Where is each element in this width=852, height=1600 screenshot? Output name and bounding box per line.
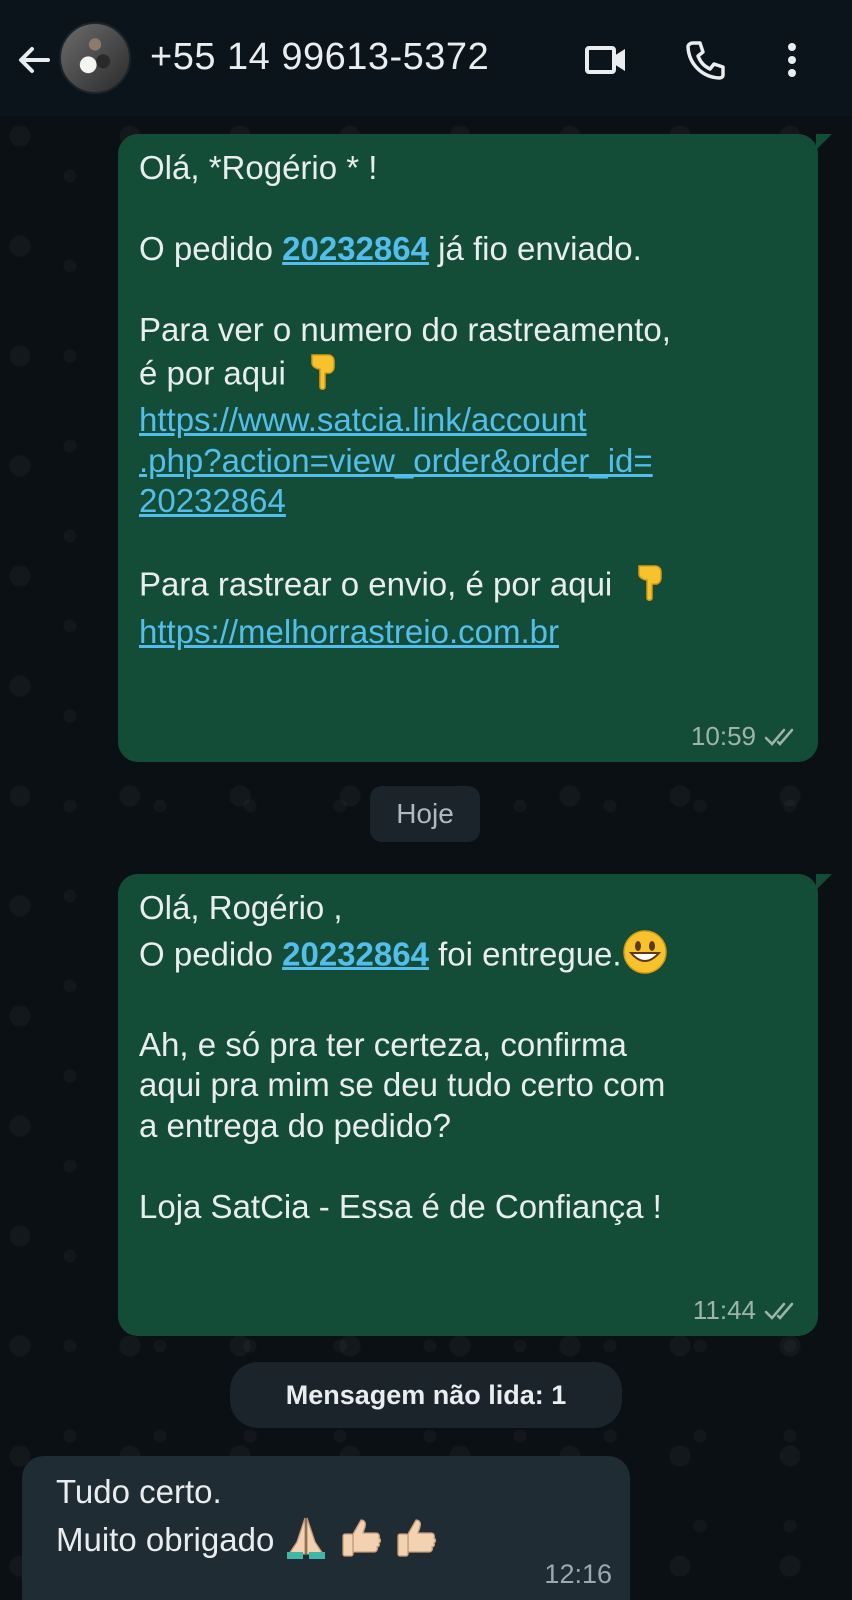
message-meta: 10:59 — [691, 721, 798, 752]
bubble-tail — [816, 134, 832, 150]
double-check-icon — [764, 728, 794, 746]
video-call-icon[interactable] — [584, 38, 628, 82]
message-text: Olá, *Rogério * ! O pedido 20232864 já f… — [139, 148, 796, 652]
message-time: 10:59 — [690, 721, 756, 751]
date-separator: Hoje — [370, 786, 480, 842]
ship-text: Para rastrear o envio, é por aqui — [139, 565, 613, 603]
folded-hands-emoji — [283, 1514, 329, 1571]
order-prefix: O pedido — [139, 230, 283, 267]
contact-name[interactable]: +55 14 99613-5372 — [150, 36, 489, 79]
confirm-text-1: Ah, e só pra ter certeza, confirma — [139, 1025, 627, 1063]
more-vertical-icon[interactable] — [770, 38, 814, 82]
message-time: 11:44 — [692, 1295, 756, 1325]
pointing-down-emoji — [304, 351, 340, 401]
thumbs-up-emoji — [339, 1514, 385, 1571]
tracking-link-part-2[interactable]: .php?action=view_order&order_id= — [139, 442, 653, 479]
greeting-text: Olá, Rogério , — [139, 889, 343, 926]
pointing-down-emoji — [631, 562, 667, 612]
tracking-text: Para ver o numero do rastreamento, — [139, 311, 671, 348]
message-meta: 11:44 — [693, 1295, 798, 1326]
thumbs-up-emoji — [394, 1514, 440, 1571]
confirm-text-3: a entrega do pedido? — [139, 1106, 451, 1144]
signature-text: Loja SatCia - Essa é de Confiança ! — [139, 1187, 662, 1225]
greeting-text: Olá, *Rogério * ! — [139, 149, 378, 186]
order-number-link[interactable]: 20232864 — [282, 230, 429, 267]
message-text: Olá, Rogério , O pedido 20232864 foi ent… — [139, 888, 796, 1227]
unread-messages-badge: Mensagem não lida: 1 — [230, 1362, 622, 1428]
tracking-text-2: é por aqui — [139, 353, 286, 391]
order-prefix: O pedido — [139, 934, 283, 972]
message-bubble-incoming[interactable]: Tudo certo. Muito obrigado 12:16 — [22, 1456, 630, 1600]
message-time: 12:16 — [544, 1559, 612, 1589]
avatar[interactable] — [59, 22, 131, 94]
message-bubble-outgoing[interactable]: Olá, Rogério , O pedido 20232864 foi ent… — [118, 874, 832, 1336]
grinning-emoji — [622, 929, 668, 985]
order-number-link[interactable]: 20232864 — [282, 935, 429, 972]
arrow-left-icon[interactable] — [14, 40, 54, 80]
ship-link[interactable]: https://melhorrastreio.com.br — [139, 613, 559, 650]
chat-header: +55 14 99613-5372 — [0, 0, 852, 116]
message-bubble-outgoing[interactable]: Olá, *Rogério * ! O pedido 20232864 já f… — [118, 134, 832, 762]
tracking-link-part-3[interactable]: 20232864 — [139, 482, 286, 519]
reply-line-1: Tudo certo. — [56, 1473, 222, 1510]
confirm-text-2: aqui pra mim se deu tudo certo com — [139, 1066, 666, 1103]
bubble-tail — [816, 874, 832, 890]
tracking-link-part-1[interactable]: https://www.satcia.link/account — [139, 401, 587, 438]
message-text: Tudo certo. Muito obrigado — [56, 1470, 606, 1571]
order-suffix: foi entregue. — [428, 934, 622, 972]
order-suffix: já fio enviado. — [428, 230, 642, 267]
double-check-icon — [764, 1302, 794, 1320]
tracking-link[interactable]: https://www.satcia.link/account .php?act… — [139, 401, 653, 519]
phone-icon[interactable] — [683, 38, 727, 82]
reply-line-2: Muito obrigado — [56, 1521, 275, 1559]
